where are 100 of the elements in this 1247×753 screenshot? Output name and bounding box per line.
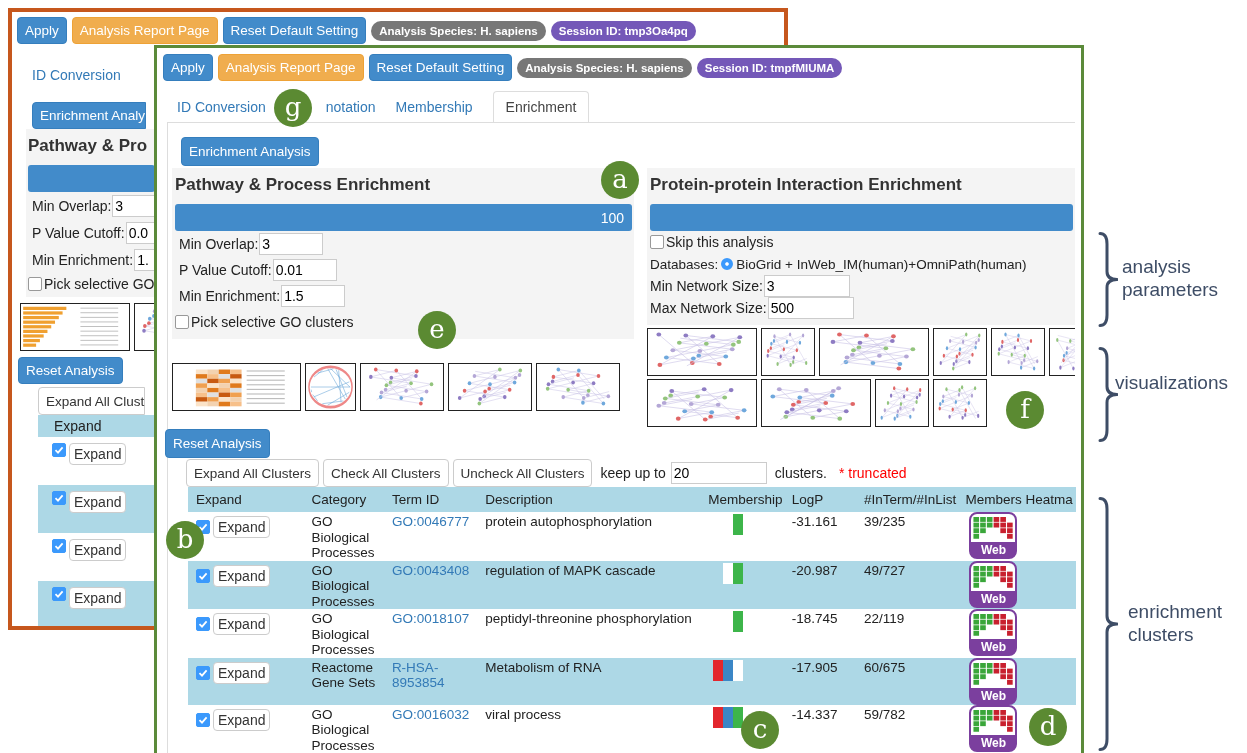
network-thumbnail[interactable] bbox=[933, 379, 987, 427]
column-header: Description bbox=[477, 487, 701, 512]
circos-plot-thumbnail[interactable] bbox=[305, 363, 356, 411]
field-label: Min Enrichment: bbox=[32, 251, 134, 268]
checkbox[interactable] bbox=[196, 617, 210, 631]
network-thumbnail[interactable] bbox=[360, 363, 444, 411]
heatmap-web-button[interactable]: Web bbox=[969, 704, 1018, 752]
input-field[interactable]: 500 bbox=[767, 297, 854, 319]
input-field[interactable]: 20 bbox=[670, 462, 767, 484]
input-field[interactable]: 0.01 bbox=[272, 259, 337, 281]
checkbox[interactable] bbox=[52, 491, 66, 505]
info-badge: Session ID: tmpfMIUMA bbox=[696, 57, 843, 78]
heatmap-icon bbox=[971, 611, 1016, 639]
tab[interactable]: ID Conversion bbox=[32, 60, 121, 90]
cluster-button[interactable]: Expand All Clusters bbox=[186, 459, 320, 487]
input-field[interactable]: 1. bbox=[134, 248, 155, 271]
network-thumbnail[interactable] bbox=[819, 328, 929, 376]
reset-analysis-button[interactable]: Reset Analysis bbox=[18, 357, 123, 384]
expand-button[interactable]: Expand bbox=[213, 516, 271, 538]
panel-heading: Protein-protein Interaction Enrichment bbox=[650, 174, 962, 196]
network-thumbnail[interactable] bbox=[991, 328, 1045, 376]
checkbox[interactable] bbox=[196, 568, 210, 583]
network-thumbnail[interactable] bbox=[647, 328, 757, 376]
category-text: Reactome Gene Sets bbox=[311, 659, 376, 690]
input-field[interactable]: 0.0 bbox=[125, 221, 155, 244]
expand-button[interactable]: Expand bbox=[69, 539, 127, 561]
input-field[interactable]: 1.5 bbox=[281, 285, 346, 307]
column-header: #InTerm/#InList bbox=[855, 487, 962, 512]
field-label: keep up to bbox=[600, 465, 666, 481]
column-header: Expand bbox=[188, 487, 304, 512]
network-thumbnail[interactable] bbox=[536, 363, 620, 411]
heatmap-web-button[interactable]: Web bbox=[969, 512, 1018, 559]
term-link[interactable]: GO:0046777 bbox=[391, 514, 478, 530]
logp-value: -31.161 bbox=[791, 514, 838, 529]
heatmap-web-button[interactable]: Web bbox=[969, 657, 1018, 705]
network-thumbnail[interactable] bbox=[933, 328, 987, 376]
expand-button[interactable]: Expand bbox=[213, 564, 271, 587]
checkbox[interactable] bbox=[650, 235, 664, 249]
toolbar-button[interactable]: Apply bbox=[163, 54, 213, 81]
description-text: peptidyl-threonine phosphorylation bbox=[485, 611, 692, 626]
logp-value: -20.987 bbox=[791, 562, 838, 578]
checkbox-label: Pick selective GO clusters bbox=[191, 314, 354, 330]
network-thumbnail[interactable] bbox=[647, 379, 757, 427]
count-value: 22/119 bbox=[863, 611, 905, 626]
reset-analysis-button[interactable]: Reset Analysis bbox=[165, 429, 270, 458]
expand-button[interactable]: Expand bbox=[213, 613, 271, 635]
toolbar-button[interactable]: Apply bbox=[17, 17, 67, 44]
network-thumbnail[interactable] bbox=[448, 363, 532, 411]
checkbox[interactable] bbox=[52, 539, 66, 553]
category-text: GO Biological Processes bbox=[311, 514, 375, 560]
tab[interactable]: notation bbox=[325, 92, 376, 122]
cluster-button[interactable]: Check All Clusters bbox=[323, 459, 449, 487]
expand-button[interactable]: Expand bbox=[213, 661, 271, 684]
column-header: Term ID bbox=[383, 487, 478, 512]
tab[interactable]: Membership bbox=[395, 92, 473, 122]
network-thumbnail[interactable] bbox=[761, 379, 871, 427]
column-header: LogP bbox=[783, 487, 856, 512]
expand-all-button[interactable]: Expand All Clust bbox=[38, 387, 146, 415]
column-header: Category bbox=[303, 487, 384, 512]
checkbox[interactable] bbox=[175, 315, 189, 329]
checkbox[interactable] bbox=[52, 587, 66, 601]
checkbox[interactable] bbox=[196, 712, 210, 727]
expand-button[interactable]: Expand bbox=[69, 587, 127, 609]
category-text: GO Biological Processes bbox=[311, 562, 375, 609]
progress-bar: 100 bbox=[175, 204, 632, 231]
toolbar-button[interactable]: Reset Default Setting bbox=[368, 54, 513, 81]
cluster-button[interactable]: Uncheck All Clusters bbox=[452, 459, 593, 487]
network-thumbnail[interactable] bbox=[761, 328, 815, 376]
toolbar-button[interactable]: Reset Default Setting bbox=[222, 17, 367, 44]
checkbox-label: Skip this analysis bbox=[666, 234, 774, 250]
checkbox-label: Pick selective GO bbox=[44, 276, 155, 292]
count-value: 49/727 bbox=[863, 562, 906, 578]
network-thumbnail[interactable] bbox=[875, 379, 929, 427]
checkbox[interactable] bbox=[52, 443, 66, 457]
input-field[interactable]: 3 bbox=[112, 194, 155, 217]
term-link[interactable]: GO:0018107 bbox=[391, 611, 478, 627]
term-link[interactable]: GO:0016032 bbox=[391, 706, 478, 722]
input-field[interactable]: 3 bbox=[763, 275, 850, 297]
annotation-label: enrichment clusters bbox=[1128, 600, 1223, 646]
tab[interactable]: ID Conversion bbox=[177, 92, 266, 122]
column-header: Expand bbox=[54, 418, 102, 434]
input-field[interactable]: 3 bbox=[259, 233, 324, 255]
checkbox[interactable] bbox=[196, 665, 210, 680]
field-label: P Value Cutoff: bbox=[32, 224, 125, 241]
enrichment-analysis-button[interactable]: Enrichment Analy bbox=[32, 102, 147, 129]
description-text: viral process bbox=[485, 706, 562, 722]
expand-button[interactable]: Expand bbox=[69, 491, 127, 513]
checkbox[interactable] bbox=[28, 277, 42, 291]
tab[interactable]: Enrichment bbox=[492, 91, 590, 122]
heatmap-icon bbox=[971, 659, 1016, 688]
expand-button[interactable]: Expand bbox=[213, 708, 271, 731]
radio-button[interactable] bbox=[721, 258, 734, 270]
heatmap-icon bbox=[971, 514, 1016, 542]
heatmap-thumbnail[interactable] bbox=[172, 363, 301, 411]
column-header: Members Heatma bbox=[961, 487, 1076, 512]
expand-button[interactable]: Expand bbox=[69, 443, 127, 465]
bar-chart-thumbnail[interactable] bbox=[20, 303, 130, 351]
heatmap-web-button[interactable]: Web bbox=[969, 609, 1018, 656]
enrichment-analysis-button[interactable]: Enrichment Analysis bbox=[181, 137, 319, 166]
heatmap-web-button[interactable]: Web bbox=[969, 560, 1018, 608]
